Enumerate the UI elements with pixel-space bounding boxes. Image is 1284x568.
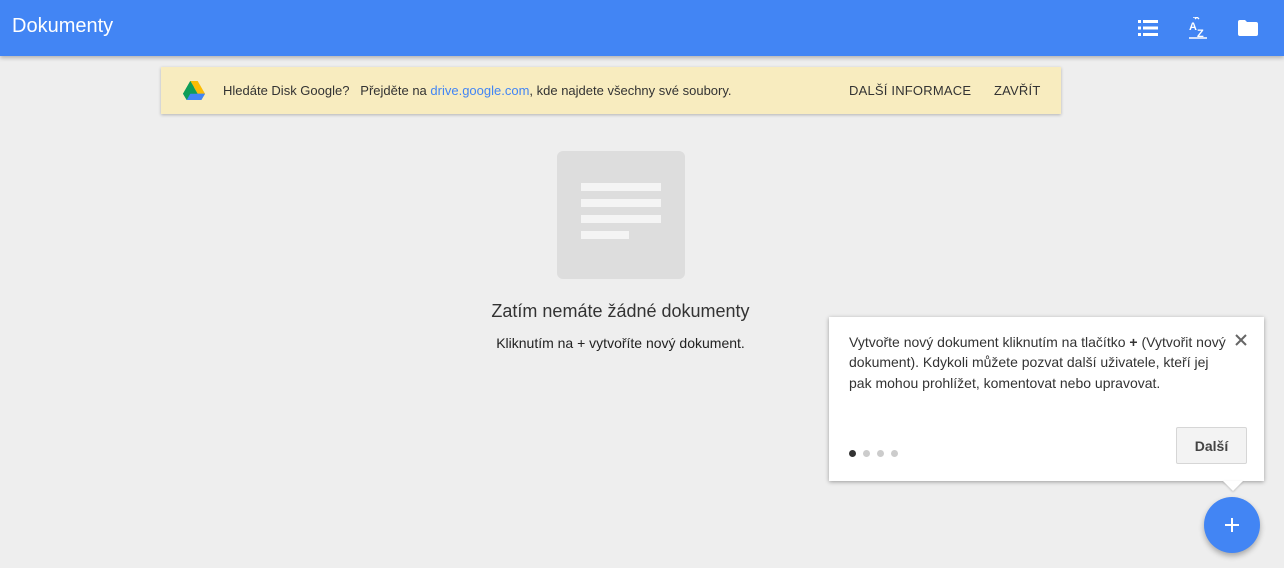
app-bar: Dokumenty A Z <box>0 0 1284 56</box>
banner-text-end: , kde najdete všechny své soubory. <box>529 83 732 98</box>
sort-az-icon: A Z <box>1189 17 1207 39</box>
step-dot-4 <box>891 450 898 457</box>
tooltip-text: Vytvořte nový dokument kliknutím na tlač… <box>849 332 1233 393</box>
close-banner-button[interactable]: ZAVŘÍT <box>994 83 1040 99</box>
sort-button[interactable]: A Z <box>1178 8 1218 48</box>
empty-document-icon <box>557 151 685 279</box>
folder-icon <box>1238 20 1258 36</box>
list-view-icon <box>1138 20 1158 36</box>
step-dot-1 <box>849 450 856 457</box>
google-drive-icon <box>183 81 205 100</box>
step-dot-2 <box>863 450 870 457</box>
folder-button[interactable] <box>1228 8 1268 48</box>
tooltip-text-start: Vytvořte nový dokument kliknutím na tlač… <box>849 334 1130 350</box>
close-icon <box>1235 334 1247 346</box>
drive-promo-banner: Hledáte Disk Google? Přejděte na drive.g… <box>161 67 1061 114</box>
onboarding-tooltip: Vytvořte nový dokument kliknutím na tlač… <box>829 317 1264 481</box>
create-document-button[interactable] <box>1204 497 1260 553</box>
list-view-button[interactable] <box>1128 8 1168 48</box>
plus-icon <box>1225 518 1239 532</box>
close-tooltip-button[interactable] <box>1232 331 1250 349</box>
app-title: Dokumenty <box>12 15 114 37</box>
banner-text-start: Hledáte Disk Google? Přejděte na <box>223 83 431 98</box>
banner-message: Hledáte Disk Google? Přejděte na drive.g… <box>223 83 732 99</box>
next-button[interactable]: Další <box>1176 427 1247 464</box>
svg-text:A: A <box>1189 21 1197 33</box>
tooltip-arrow <box>1223 481 1243 491</box>
tooltip-plus-symbol: + <box>1129 334 1138 350</box>
step-dot-3 <box>877 450 884 457</box>
drive-link[interactable]: drive.google.com <box>430 83 529 98</box>
learn-more-button[interactable]: DALŠÍ INFORMACE <box>849 83 971 99</box>
